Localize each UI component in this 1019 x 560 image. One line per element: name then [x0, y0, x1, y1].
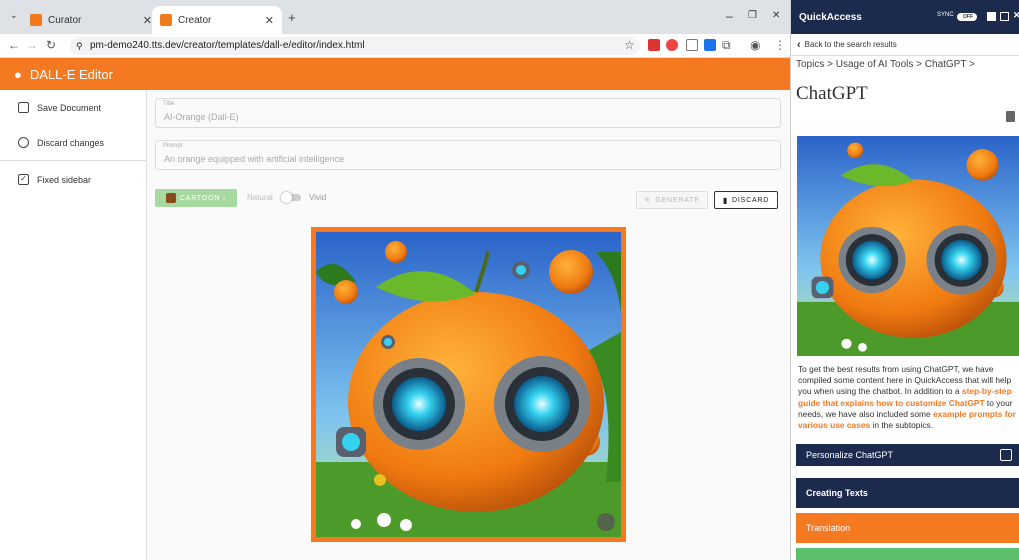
- topic-label: Creating Texts: [806, 488, 868, 498]
- back-link[interactable]: ‹ Back to the search results: [791, 34, 1019, 56]
- sync-state: OFF: [963, 14, 973, 20]
- topic-description: To get the best results from using ChatG…: [798, 364, 1016, 431]
- quickaccess-title: QuickAccess: [799, 11, 862, 23]
- url-field[interactable]: ⚲ pm-demo240.tts.dev/creator/templates/d…: [70, 37, 640, 55]
- restore-icon[interactable]: ❐: [748, 10, 757, 21]
- discard-label: DISCARD: [732, 196, 770, 204]
- robot-orange-illustration: [316, 232, 621, 537]
- open-topic-icon: [1000, 449, 1012, 461]
- reload-icon[interactable]: ↻: [46, 38, 56, 52]
- back-arrow-icon[interactable]: ←: [8, 38, 20, 52]
- cartoon-style-button[interactable]: CARTOON ›: [155, 189, 237, 207]
- robot-orange-thumbnail: [797, 136, 1019, 356]
- window-close-icon[interactable]: ✕: [772, 10, 780, 21]
- topic-next[interactable]: [796, 548, 1019, 560]
- apple-logo-icon: ●: [14, 66, 22, 82]
- browser-tab-bar: ⌄ Curator ✕ Creator ✕ + – ❐ ✕: [0, 0, 790, 34]
- breadcrumb[interactable]: Topics > Usage of AI Tools > ChatGPT >: [796, 59, 975, 70]
- toggle-vivid-label: Vivid: [309, 193, 327, 202]
- sidebar-item-label: Fixed sidebar: [37, 174, 92, 185]
- close-tab-icon[interactable]: ✕: [143, 14, 152, 27]
- app-title: DALL-E Editor: [29, 66, 113, 82]
- generate-label: GENERATE: [655, 196, 700, 204]
- topic-translation[interactable]: Translation: [796, 513, 1019, 543]
- app-header: ● DALL-E Editor: [0, 58, 790, 90]
- prompt-label: Prompt: [163, 143, 183, 149]
- topic-personalize-chatgpt[interactable]: Personalize ChatGPT: [796, 444, 1019, 466]
- title-field[interactable]: Title AI-Orange (Dall-E): [155, 98, 781, 128]
- tab-label: Curator: [48, 14, 82, 26]
- trash-icon: ▮: [722, 195, 729, 205]
- sync-label: SYNC: [937, 12, 954, 18]
- checkbox-icon[interactable]: ✓: [18, 174, 29, 185]
- prompt-field[interactable]: Prompt An orange equipped with artificia…: [155, 140, 781, 170]
- bookmark-star-icon[interactable]: ☆: [624, 38, 635, 52]
- brush-icon: [165, 193, 176, 203]
- extension-red-icon[interactable]: [648, 39, 660, 51]
- topic-creating-texts[interactable]: Creating Texts: [796, 478, 1019, 508]
- extensions-puzzle-icon[interactable]: ⧉: [722, 38, 731, 53]
- panel-close-icon[interactable]: ✕: [1013, 10, 1019, 21]
- dock-icon[interactable]: [987, 12, 996, 21]
- sidebar-item-label: Discard changes: [37, 137, 105, 148]
- curator-favicon-icon: [30, 14, 42, 26]
- camera-icon[interactable]: [686, 39, 698, 51]
- sidebar-divider: [0, 160, 147, 161]
- clipboard-icon[interactable]: [1006, 111, 1015, 122]
- discard-button[interactable]: ▮ DISCARD: [714, 191, 778, 209]
- chevron-left-icon: ‹: [797, 38, 801, 51]
- sidebar-item-label: Save Document: [37, 102, 102, 113]
- close-tab-icon[interactable]: ✕: [265, 14, 274, 27]
- menu-icon[interactable]: ⋮: [774, 38, 786, 52]
- generated-image: [311, 227, 626, 542]
- split-view-icon[interactable]: [1000, 12, 1009, 21]
- toggle-knob: [281, 192, 292, 203]
- forward-arrow-icon[interactable]: →: [26, 38, 38, 52]
- sidebar-item-save[interactable]: Save Document: [18, 102, 101, 113]
- prompt-value: An orange equipped with artificial intel…: [164, 154, 345, 164]
- cartoon-label: CARTOON ›: [179, 194, 227, 202]
- style-toggle[interactable]: [281, 192, 301, 203]
- tab-creator[interactable]: Creator ✕: [152, 6, 282, 34]
- tab-list-chevron-icon[interactable]: ⌄: [10, 10, 18, 21]
- site-info-icon[interactable]: ⚲: [76, 37, 83, 55]
- tab-curator[interactable]: Curator ✕: [22, 6, 160, 34]
- creator-favicon-icon: [160, 14, 172, 26]
- new-tab-icon[interactable]: +: [288, 10, 296, 25]
- sidebar: Save Document Discard changes ✓ Fixed si…: [0, 90, 147, 560]
- toggle-natural-label: Natural: [247, 193, 273, 202]
- title-label: Title: [163, 101, 175, 107]
- magic-wand-icon: ⚟: [644, 197, 652, 204]
- sync-toggle[interactable]: OFF: [957, 13, 977, 21]
- quickaccess-header: QuickAccess SYNC OFF ✕: [791, 0, 1019, 34]
- cancel-icon: [18, 137, 29, 148]
- pocket-icon[interactable]: [666, 39, 678, 51]
- save-icon: [18, 102, 29, 113]
- generate-button[interactable]: ⚟ GENERATE: [636, 191, 708, 209]
- topic-label: Personalize ChatGPT: [806, 450, 894, 460]
- title-value: AI-Orange (Dall-E): [164, 112, 239, 122]
- quickaccess-panel: QuickAccess SYNC OFF ✕ ‹ Back to the sea…: [790, 0, 1019, 560]
- back-label: Back to the search results: [804, 40, 897, 49]
- topic-label: Translation: [806, 523, 851, 533]
- extension-doc-icon[interactable]: [704, 39, 716, 51]
- address-bar-row: ← → ↻ ⚲ pm-demo240.tts.dev/creator/templ…: [0, 34, 790, 58]
- topic-thumbnail: [797, 136, 1019, 356]
- sidebar-item-discard[interactable]: Discard changes: [18, 137, 104, 148]
- minimize-icon[interactable]: –: [726, 9, 733, 23]
- description-text-3: in the subtopics.: [870, 420, 934, 431]
- sidebar-item-fixed[interactable]: ✓ Fixed sidebar: [18, 174, 91, 185]
- tab-label: Creator: [178, 14, 212, 26]
- profile-icon[interactable]: ◉: [750, 38, 760, 52]
- page-title: ChatGPT: [796, 83, 868, 104]
- url-text: pm-demo240.tts.dev/creator/templates/dal…: [90, 40, 365, 51]
